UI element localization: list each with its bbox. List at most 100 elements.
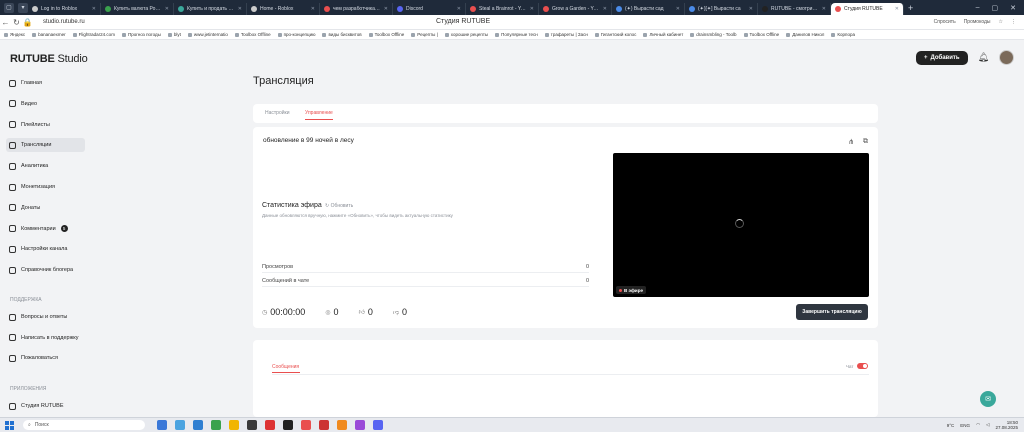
tab-close-icon[interactable]: ✕ <box>603 6 607 12</box>
tab-close-icon[interactable]: ✕ <box>530 6 534 12</box>
bookmark-item[interactable]: Яндекс <box>4 32 25 37</box>
sidebar-item-home[interactable]: Главная <box>6 76 85 90</box>
browser-tab[interactable]: Grow a Garden - YouT ✕ <box>539 3 612 15</box>
taskbar-app-icon[interactable] <box>265 420 275 430</box>
sidebar-support-item[interactable]: Вопросы и ответы <box>6 310 85 324</box>
url-field[interactable]: studio.rutube.ru <box>43 19 85 25</box>
bookmark-item[interactable]: Корпора <box>831 32 855 37</box>
browser-tab[interactable]: (✦) Вырасти сад ✕ <box>612 3 685 15</box>
bookmark-item[interactable]: Flightradar24.com <box>72 32 115 37</box>
browser-tab[interactable]: Home - Roblox ✕ <box>247 3 320 15</box>
bookmark-star-icon[interactable]: ☆ <box>999 19 1003 25</box>
add-button[interactable]: + Добавить <box>915 50 968 65</box>
extensions-icon[interactable]: ⋮ <box>1011 19 1016 25</box>
tab-close-icon[interactable]: ✕ <box>749 6 753 12</box>
chat-toggle[interactable] <box>857 363 868 369</box>
rutube-studio-logo[interactable]: RUTUBE Studio <box>10 53 88 65</box>
video-player[interactable]: В эфире <box>613 153 869 297</box>
tab-management[interactable]: Управление <box>305 110 333 116</box>
taskbar-app-icon[interactable] <box>229 420 239 430</box>
bookmark-item[interactable]: Toolbox Offline <box>743 32 779 37</box>
sidebar-item-broadcast[interactable]: Трансляции <box>6 138 85 153</box>
avatar[interactable] <box>999 50 1014 65</box>
taskbar-app-icon[interactable] <box>319 420 329 430</box>
browser-tab[interactable]: чем разработчика уз ✕ <box>320 3 393 15</box>
tab-actions-icon[interactable]: ▢ <box>4 2 14 13</box>
bookmark-item[interactable]: хорошие рецепты <box>444 32 488 37</box>
taskbar-app-icon[interactable] <box>175 420 185 430</box>
bookmark-item[interactable]: трафареты | Засн <box>544 32 588 37</box>
sidebar-support-item[interactable]: Написать в поддержку <box>6 331 85 345</box>
taskbar-app-icon[interactable] <box>247 420 257 430</box>
browser-tab[interactable]: (✦)[✦] Вырасти са ✕ <box>685 3 758 15</box>
tab-close-icon[interactable]: ✕ <box>822 6 826 12</box>
external-link-icon[interactable]: ⧉ <box>863 138 868 146</box>
tab-messages[interactable]: Сообщения <box>272 364 299 370</box>
refresh-button[interactable]: ↻ Обновить <box>325 203 353 209</box>
taskbar-app-icon[interactable] <box>211 420 221 430</box>
bookmark-item[interactable]: bananaexmer <box>32 32 66 37</box>
sidebar-item-monetization[interactable]: Монетизация <box>6 180 85 194</box>
bell-icon[interactable]: 🔔︎ <box>978 52 989 63</box>
taskbar-app-icon[interactable] <box>157 420 167 430</box>
sidebar-support-item[interactable]: Пожаловаться <box>6 351 85 365</box>
tab-close-icon[interactable]: ✕ <box>92 6 96 12</box>
tab-close-icon[interactable]: ✕ <box>676 6 680 12</box>
bookmark-item[interactable]: blyt <box>167 32 181 37</box>
bookmark-item[interactable]: про-концепцию <box>277 32 315 37</box>
ask-button[interactable]: Спросить <box>934 19 956 25</box>
browser-tab[interactable]: Log in to Roblox ✕ <box>28 3 101 15</box>
taskbar-app-icon[interactable] <box>337 420 347 430</box>
close-window-icon[interactable]: ✕ <box>1010 4 1016 12</box>
bookmark-item[interactable]: Популярные тесн <box>495 32 538 37</box>
sidebar-item-guide[interactable]: Справочник блогера <box>6 263 85 277</box>
browser-tab[interactable]: Студия RUTUBE ✕ <box>831 3 904 15</box>
bookmark-item[interactable]: Прогноз погоды <box>121 32 161 37</box>
bookmark-item[interactable]: Личный кабинет <box>643 32 683 37</box>
bookmark-item[interactable]: Toolbox Offline <box>368 32 404 37</box>
taskbar-search[interactable]: ⌕ Поиск <box>23 420 145 430</box>
taskbar-app-icon[interactable] <box>373 420 383 430</box>
volume-icon[interactable]: ◁ <box>986 422 989 428</box>
sidebar-item-playlist[interactable]: Плейлисты <box>6 118 85 132</box>
tab-close-icon[interactable]: ✕ <box>384 6 388 12</box>
tab-settings[interactable]: Настройки <box>265 110 290 116</box>
tab-close-icon[interactable]: ✕ <box>165 6 169 12</box>
bookmark-item[interactable]: Toolbox Offline <box>234 32 271 37</box>
bookmark-item[interactable]: Рецепты | <box>411 32 438 37</box>
sidebar-item-comments[interactable]: Комментарии 5 <box>6 222 85 236</box>
bookmark-item[interactable]: Данилов Никол <box>786 32 824 37</box>
new-tab-icon[interactable]: + <box>908 3 913 13</box>
browser-tab[interactable]: Купить и продать пло ✕ <box>174 3 247 15</box>
tab-close-icon[interactable]: ✕ <box>457 6 461 12</box>
clock[interactable]: 18:50 27.08.2025 <box>995 420 1018 430</box>
end-stream-button[interactable]: Завершить трансляцию <box>796 304 868 320</box>
taskbar-app-icon[interactable] <box>355 420 365 430</box>
minimize-icon[interactable]: – <box>976 4 980 12</box>
browser-tab[interactable]: Steal a Brainrot - YouT ✕ <box>466 3 539 15</box>
tab-close-icon[interactable]: ✕ <box>895 6 899 12</box>
bookmark-item[interactable]: drainsmbling - Toolb <box>690 32 737 37</box>
tab-list-icon[interactable]: ▾ <box>18 2 28 13</box>
sidebar-item-donate[interactable]: Донаты <box>6 201 85 215</box>
help-chat-icon[interactable]: ✉ <box>980 391 996 407</box>
language-indicator[interactable]: ENG <box>960 423 970 428</box>
windows-start-icon[interactable] <box>3 419 15 431</box>
sidebar-item-settings[interactable]: Настройки канала <box>6 242 85 256</box>
bookmark-item[interactable]: виды бисквитов <box>322 32 362 37</box>
back-icon[interactable]: ← <box>0 18 11 27</box>
taskbar-app-icon[interactable] <box>301 420 311 430</box>
tab-close-icon[interactable]: ✕ <box>238 6 242 12</box>
taskbar-app-icon[interactable] <box>283 420 293 430</box>
wifi-icon[interactable]: ◠ <box>976 422 980 428</box>
maximize-icon[interactable]: ▢ <box>992 4 999 12</box>
sidebar-app-item[interactable]: Студия RUTUBE <box>6 399 85 413</box>
browser-tab[interactable]: Discord ✕ <box>393 3 466 15</box>
bookmark-item[interactable]: Гигантский колос <box>594 32 636 37</box>
promocodes-button[interactable]: Промокоды <box>964 19 991 25</box>
reload-icon[interactable]: ↻ <box>11 18 22 27</box>
browser-tab[interactable]: RUTUBE - смотрите о ✕ <box>758 3 831 15</box>
sidebar-item-analytics[interactable]: Аналитика <box>6 159 85 173</box>
browser-tab[interactable]: Купить валюта Роблок ✕ <box>101 3 174 15</box>
tab-close-icon[interactable]: ✕ <box>311 6 315 12</box>
